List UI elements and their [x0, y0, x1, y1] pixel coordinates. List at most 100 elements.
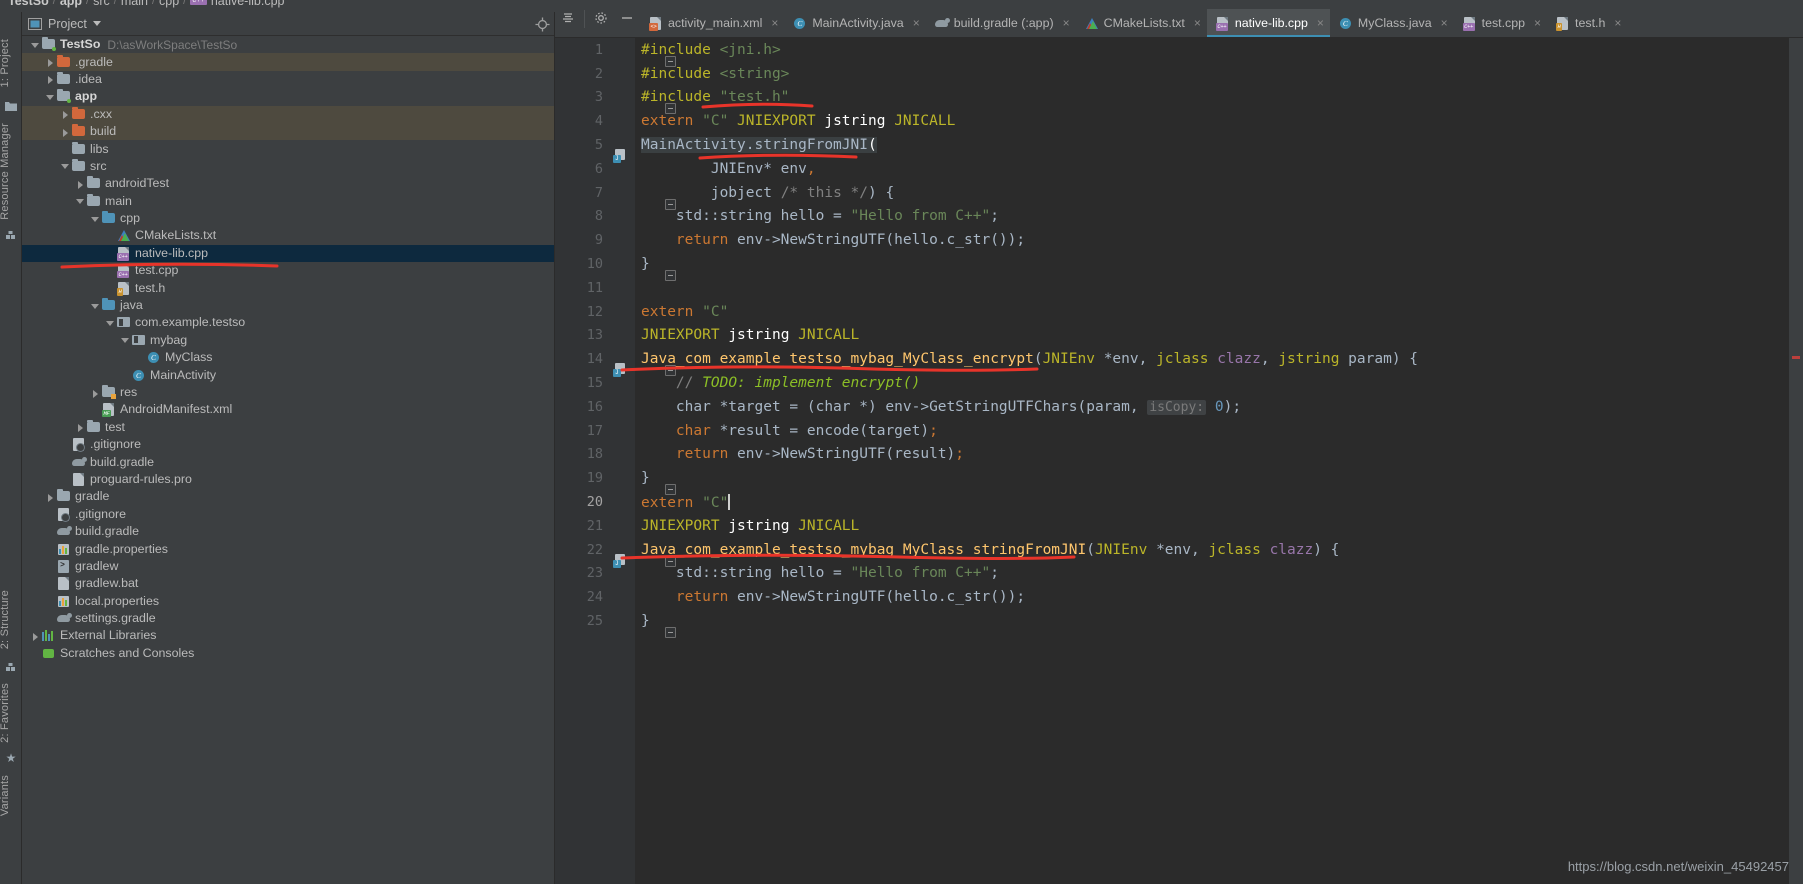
close-icon[interactable]: × [1194, 16, 1201, 30]
tree-row-gradlew[interactable]: gradlew [22, 558, 554, 575]
chevron-down-icon[interactable] [105, 318, 115, 328]
tree-row-mainactivity[interactable]: C MainActivity [22, 366, 554, 383]
code-line-3[interactable]: 3 #include "test.h" [555, 86, 1803, 115]
code-line-17[interactable]: 17 char *result = encode(target); [555, 419, 1803, 443]
chevron-right-icon[interactable] [45, 57, 55, 68]
code-line-16[interactable]: 16 char *target = (char *) env->GetStrin… [555, 395, 1803, 419]
project-file-tree[interactable]: TestSo D:\asWorkSpace\TestSo .gradle .idea a… [22, 36, 554, 884]
editor-tab-test-cpp[interactable]: C++ test.cpp × [1454, 9, 1547, 37]
chevron-down-icon[interactable] [30, 40, 40, 50]
tree-row-testso[interactable]: TestSo D:\asWorkSpace\TestSo [22, 36, 554, 53]
tree-row-test-cpp[interactable]: C++ test.cpp [22, 262, 554, 279]
tree-row-local-properties[interactable]: local.properties [22, 593, 554, 610]
tree-row-androidtest[interactable]: androidTest [22, 175, 554, 192]
line-number[interactable]: 14 [555, 351, 607, 367]
tree-row-scratches-and-consoles[interactable]: Scratches and Consoles [22, 645, 554, 662]
tree-row-build-gradle[interactable]: build.gradle [22, 523, 554, 540]
editor-tab-activity-main-xml[interactable]: <> activity_main.xml × [640, 9, 784, 37]
close-icon[interactable]: × [913, 16, 920, 30]
chevron-right-icon[interactable] [30, 631, 40, 641]
code-line-20[interactable]: 20 extern "C" [555, 490, 1803, 514]
line-number[interactable]: 21 [555, 518, 607, 534]
line-number[interactable]: 15 [555, 375, 607, 391]
editor-scrollbar[interactable] [1789, 38, 1803, 884]
close-icon[interactable]: × [1614, 16, 1621, 30]
tree-row-build-gradle[interactable]: build.gradle [22, 453, 554, 470]
code-line-6[interactable]: 6 JNIEnv* env, [555, 157, 1803, 181]
line-number[interactable]: 10 [555, 256, 607, 272]
code-line-25[interactable]: 25} [555, 609, 1803, 639]
close-icon[interactable]: × [1063, 16, 1070, 30]
chevron-right-icon[interactable] [45, 74, 55, 85]
chevron-right-icon[interactable] [45, 492, 55, 502]
code-line-19[interactable]: 19} [555, 466, 1803, 496]
chevron-down-icon[interactable] [45, 92, 55, 102]
line-number[interactable]: 22 [555, 542, 607, 558]
code-line-22[interactable]: 22 J Java_com_example_testso_mybag_MyClass… [555, 538, 1803, 568]
line-number[interactable]: 8 [555, 208, 607, 224]
breadcrumb-item-cpp[interactable]: cpp [159, 0, 179, 8]
tree-row-main[interactable]: main [22, 193, 554, 210]
left-tool-rail[interactable]: 1: Project Resource Manager 2: Structure… [0, 12, 22, 884]
chevron-down-icon[interactable] [90, 301, 100, 311]
editor-tab-bar[interactable]: <> activity_main.xml × C MainActivity.java × b… [555, 0, 1803, 38]
tree-row-external-libraries[interactable]: External Libraries [22, 627, 554, 644]
editor-tab-build-gradle-app-[interactable]: build.gradle (:app) × [926, 9, 1076, 37]
code-line-2[interactable]: 2 #include <string> [555, 62, 1803, 86]
breadcrumb-item-app[interactable]: app [60, 0, 82, 8]
editor-tab-mainactivity-java[interactable]: C MainActivity.java × [784, 9, 925, 37]
editor-tab-native-lib-cpp[interactable]: C++ native-lib.cpp × [1206, 9, 1330, 37]
code-line-10[interactable]: 10} [555, 252, 1803, 282]
tree-row-test[interactable]: test [22, 419, 554, 436]
code-line-21[interactable]: 21 JNIEXPORT jstring JNICALL [555, 514, 1803, 538]
tree-row-native-lib-cpp[interactable]: C++ native-lib.cpp [22, 244, 554, 263]
tree-row-java[interactable]: java [22, 297, 554, 314]
line-number[interactable]: 25 [555, 613, 607, 629]
tree-row-libs[interactable]: libs [22, 140, 554, 157]
line-number[interactable]: 23 [555, 565, 607, 581]
line-number[interactable]: 24 [555, 589, 607, 605]
close-icon[interactable]: × [1317, 16, 1324, 30]
code-line-13[interactable]: 13 JNIEXPORT jstring JNICALL [555, 324, 1803, 348]
code-line-12[interactable]: 12 extern "C" [555, 300, 1803, 324]
expand-collapse-icon[interactable] [555, 0, 581, 37]
code-line-24[interactable]: 24 return env->NewStringUTF(hello.c_str(… [555, 585, 1803, 609]
line-number[interactable]: 17 [555, 423, 607, 439]
chevron-right-icon[interactable] [60, 109, 70, 120]
line-number[interactable]: 7 [555, 185, 607, 201]
code-line-4[interactable]: 4 extern "C" JNIEXPORT jstring JNICALL [555, 109, 1803, 133]
line-number[interactable]: 4 [555, 113, 607, 129]
rail-item-structure[interactable]: 2: Structure [0, 587, 11, 652]
chevron-down-icon[interactable] [92, 21, 101, 26]
rail-item-variants[interactable]: Variants [0, 772, 11, 819]
rail-item-favorites[interactable]: 2: Favorites [0, 680, 11, 746]
tree-row-src[interactable]: src [22, 158, 554, 175]
breadcrumb-item-src[interactable]: src [93, 0, 110, 8]
tree-row-mybag[interactable]: mybag [22, 332, 554, 349]
tree-row-res[interactable]: res [22, 384, 554, 401]
code-line-14[interactable]: 14 J Java_com_example_testso_mybag_MyClass… [555, 347, 1803, 378]
tree-row-cmakelists-txt[interactable]: CMakeLists.txt [22, 227, 554, 244]
tree-row-test-h[interactable]: Htest.h [22, 279, 554, 296]
tree-row-com-example-testso[interactable]: com.example.testso [22, 314, 554, 331]
tree-row-gradle[interactable]: gradle [22, 488, 554, 505]
code-line-5[interactable]: 5 J MainActivity.stringFromJNI( [555, 133, 1803, 164]
gear-icon[interactable] [588, 0, 614, 37]
line-number[interactable]: 18 [555, 446, 607, 462]
line-number[interactable]: 5 [555, 137, 607, 153]
chevron-right-icon[interactable] [75, 422, 85, 433]
line-number[interactable]: 20 [555, 494, 607, 510]
tree-row-settings-gradle[interactable]: settings.gradle [22, 610, 554, 627]
chevron-down-icon[interactable] [75, 196, 85, 206]
breadcrumb-item-main[interactable]: main [121, 0, 148, 8]
tree-row-myclass[interactable]: C MyClass [22, 349, 554, 366]
error-marker[interactable] [1792, 356, 1800, 359]
tree-row-cpp[interactable]: cpp [22, 210, 554, 227]
tree-row--gradle[interactable]: .gradle [22, 53, 554, 71]
chevron-right-icon[interactable] [60, 127, 70, 137]
fold-close-icon[interactable] [665, 627, 676, 639]
tree-row-app[interactable]: app [22, 88, 554, 105]
tree-row-gradle-properties[interactable]: gradle.properties [22, 540, 554, 557]
line-number[interactable]: 3 [555, 89, 607, 105]
line-number[interactable]: 16 [555, 399, 607, 415]
